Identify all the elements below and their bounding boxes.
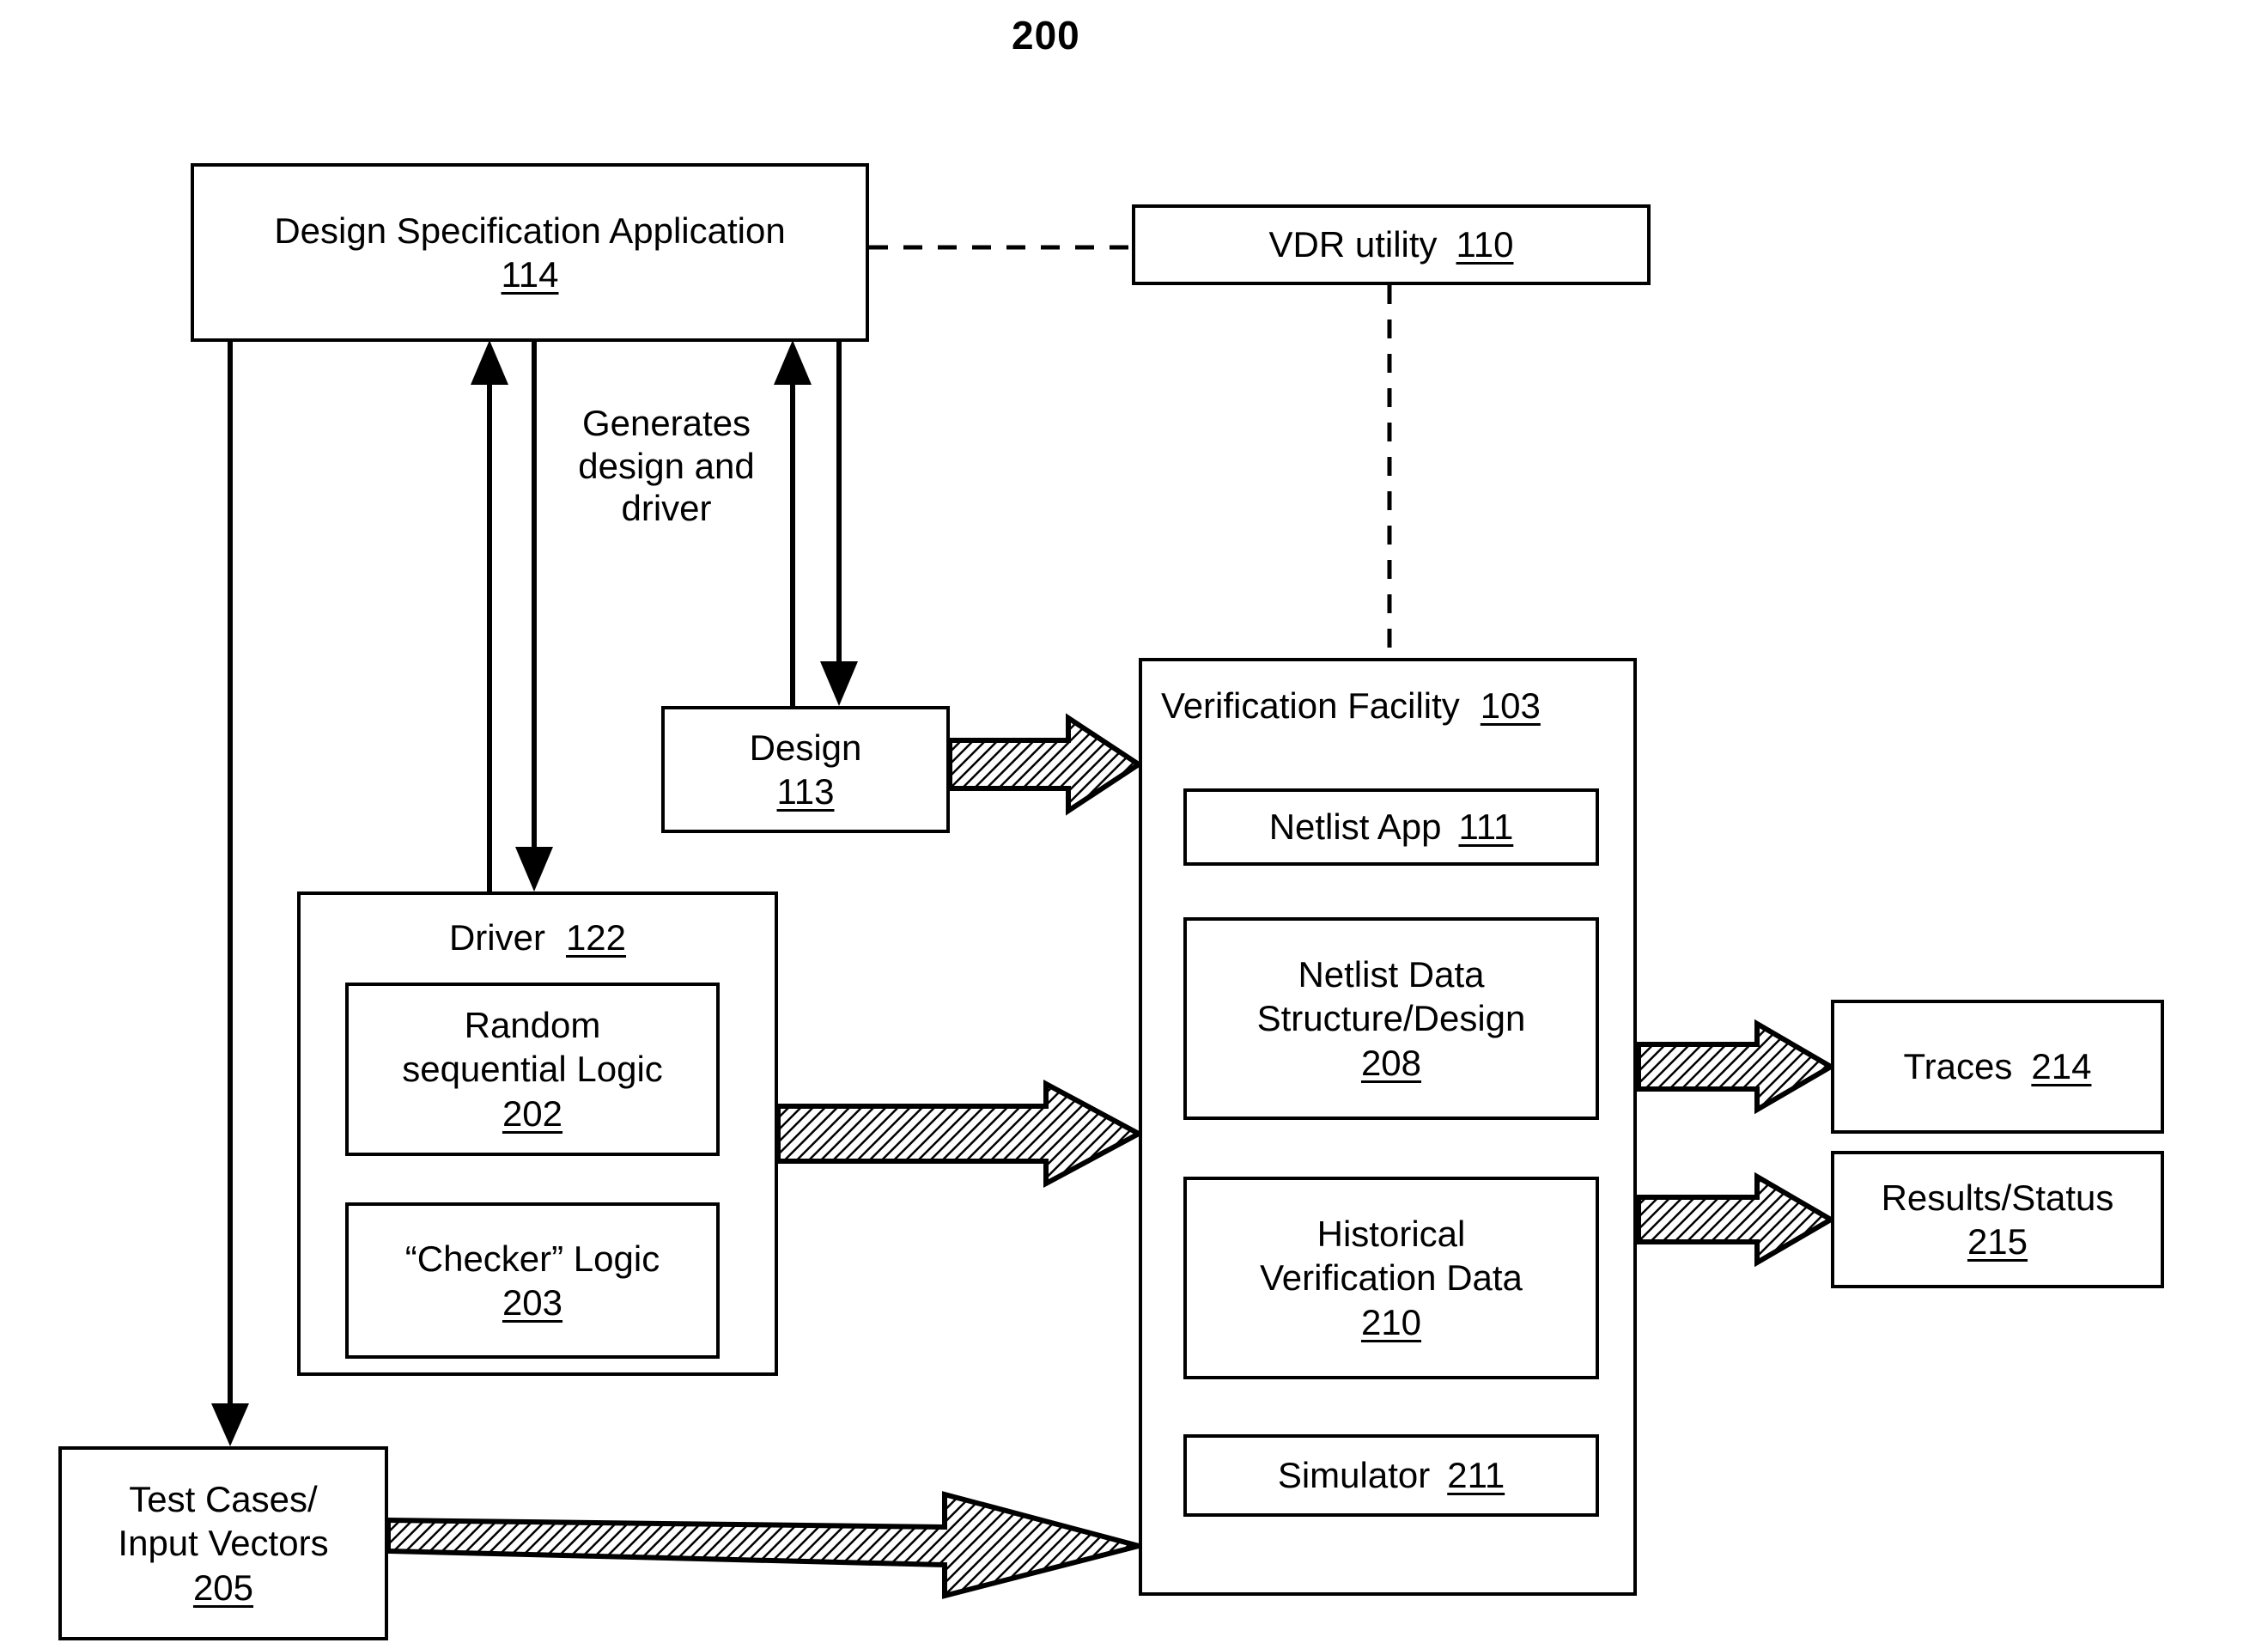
node-historical-verification-data-label: Historical Verification Data	[1260, 1214, 1523, 1299]
node-design-specification-application-ref: 114	[501, 254, 559, 295]
node-netlist-data-structure-design-label: Netlist Data Structure/Design	[1256, 954, 1526, 1039]
node-checker-logic-label: “Checker” Logic	[404, 1238, 660, 1279]
node-netlist-data-structure-design[interactable]: Netlist Data Structure/Design 208	[1183, 917, 1599, 1120]
node-verification-facility-titlebar: Verification Facility 103	[1142, 685, 1633, 727]
figure-canvas: 200 Design Specification Application 114…	[0, 0, 2268, 1649]
connector-driver-to-dsa-up	[471, 340, 508, 891]
node-design[interactable]: Design 113	[661, 706, 950, 833]
node-netlist-app[interactable]: Netlist App 111	[1183, 788, 1599, 866]
node-verification-facility-ref: 103	[1480, 685, 1541, 726]
node-driver-label: Driver	[448, 917, 545, 958]
node-results-status-label: Results/Status	[1881, 1177, 2114, 1218]
node-results-status-ref: 215	[1967, 1221, 2028, 1262]
node-historical-verification-data[interactable]: Historical Verification Data 210	[1183, 1177, 1599, 1379]
node-vdr-utility-ref: 110	[1456, 224, 1514, 265]
node-checker-logic-ref: 203	[502, 1282, 563, 1323]
node-driver-titlebar: Driver 122	[301, 917, 775, 958]
node-netlist-app-ref: 111	[1458, 806, 1514, 848]
node-test-cases-input-vectors-ref: 205	[192, 1567, 254, 1608]
node-historical-verification-data-ref: 210	[1360, 1301, 1422, 1342]
block-arrow-design-to-verification-facility	[947, 713, 1144, 816]
node-random-sequential-logic-ref: 202	[502, 1092, 563, 1134]
node-random-sequential-logic[interactable]: Random sequential Logic 202	[345, 983, 720, 1156]
node-design-specification-application[interactable]: Design Specification Application 114	[191, 163, 869, 342]
node-vdr-utility[interactable]: VDR utility 110	[1132, 204, 1651, 285]
node-simulator-label: Simulator	[1277, 1455, 1431, 1496]
connector-dsa-to-design-down	[820, 340, 858, 706]
node-netlist-data-structure-design-ref: 208	[1360, 1042, 1422, 1083]
node-driver[interactable]: Driver 122 Random sequential Logic 202 “…	[297, 891, 778, 1376]
node-vdr-utility-label: VDR utility	[1268, 224, 1438, 265]
figure-number: 200	[1012, 13, 1080, 58]
node-results-status[interactable]: Results/Status 215	[1831, 1151, 2164, 1288]
block-arrow-verification-facility-to-results	[1636, 1171, 1836, 1268]
node-simulator[interactable]: Simulator 211	[1183, 1434, 1599, 1517]
node-simulator-ref: 211	[1447, 1455, 1505, 1496]
block-arrow-driver-to-verification-facility	[775, 1079, 1145, 1189]
node-checker-logic[interactable]: “Checker” Logic 203	[345, 1202, 720, 1359]
node-test-cases-input-vectors-label: Test Cases/ Input Vectors	[118, 1479, 329, 1564]
edge-label-generates-design-and-driver: Generates design and driver	[578, 403, 755, 529]
connector-dsa-to-test-cases	[211, 340, 249, 1446]
node-traces-label: Traces	[1903, 1046, 2013, 1087]
node-design-ref: 113	[776, 771, 835, 812]
node-driver-ref: 122	[565, 917, 627, 958]
node-verification-facility[interactable]: Verification Facility 103 Netlist App 11…	[1139, 658, 1637, 1596]
block-arrow-test-cases-to-verification-facility	[386, 1491, 1149, 1599]
node-netlist-app-label: Netlist App	[1268, 806, 1442, 848]
node-design-label: Design	[749, 727, 862, 768]
node-design-specification-application-label: Design Specification Application	[274, 210, 786, 251]
node-traces-ref: 214	[2031, 1046, 2092, 1087]
node-random-sequential-logic-label: Random sequential Logic	[402, 1005, 663, 1090]
block-arrow-verification-facility-to-traces	[1636, 1019, 1836, 1115]
node-verification-facility-label: Verification Facility	[1161, 685, 1460, 726]
node-traces[interactable]: Traces 214	[1831, 1000, 2164, 1134]
node-test-cases-input-vectors[interactable]: Test Cases/ Input Vectors 205	[58, 1446, 388, 1640]
